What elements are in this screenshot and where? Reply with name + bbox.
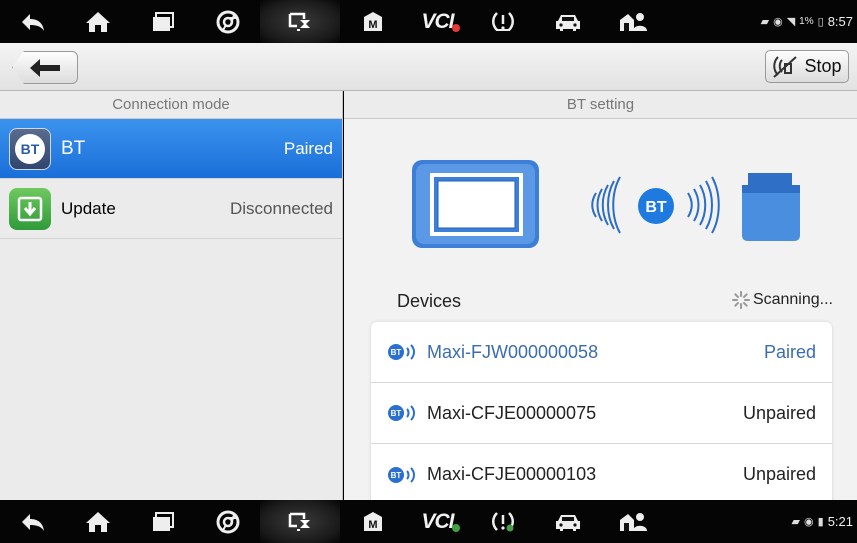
devices-label: Devices (397, 291, 462, 311)
remote-desk-icon[interactable] (260, 0, 340, 43)
bt-device-icon: BT (388, 405, 415, 421)
chrome-icon[interactable] (195, 0, 260, 43)
mode-item-bt[interactable]: BT BT Paired (0, 119, 342, 179)
remote-desk-icon[interactable] (260, 500, 340, 543)
scanning-label: Scanning... (752, 291, 833, 308)
mode-label: BT (61, 137, 86, 159)
mode-label: Update (61, 198, 116, 218)
bt-status-icon: ◉ (773, 16, 783, 28)
battery-percent: 1% (799, 16, 814, 27)
bt-status-icon: ◉ (804, 516, 814, 528)
device-status: Unpaired (742, 464, 816, 484)
stop-scan-icon (773, 55, 798, 78)
car-icon[interactable] (535, 0, 600, 43)
recent-apps-icon[interactable] (130, 0, 195, 43)
home-icon[interactable] (65, 500, 130, 543)
arrow-left-icon (30, 58, 60, 77)
clock-top: 8:57 (827, 14, 853, 29)
vci-status-dot (451, 523, 460, 532)
system-nav-bar-top: M VCI ▰ ◉ ◥ 1% ▯ 8:57 (0, 0, 857, 43)
tpms-icon[interactable] (470, 500, 535, 543)
mode-status: Disconnected (229, 198, 333, 218)
car-icon[interactable] (535, 500, 600, 543)
vci-label: VCI (421, 509, 454, 533)
signal-waves-right (687, 176, 720, 234)
device-list: BT Maxi-FJW000000058 Paired BT Maxi-CFJE… (371, 322, 832, 500)
recent-apps-icon[interactable] (130, 500, 195, 543)
connection-mode-header: Connection mode (0, 91, 342, 119)
chrome-icon[interactable] (195, 500, 260, 543)
system-nav-bar-bottom: M VCI ▰ ◉ ▮ 5:21 (0, 500, 857, 543)
chat-icon: ▰ (760, 16, 770, 28)
stop-label: Stop (804, 56, 842, 76)
wifi-icon: ◥ (786, 16, 796, 28)
bt-mode-icon-text: BT (15, 133, 45, 164)
vci-icon[interactable]: VCI (405, 500, 470, 543)
back-button[interactable] (12, 51, 78, 84)
bt-mode-icon: BT (9, 127, 51, 170)
svg-text:M: M (368, 19, 377, 31)
support-icon[interactable] (600, 0, 665, 43)
svg-text:M: M (368, 519, 377, 531)
tablet-illustration (412, 160, 539, 248)
connection-mode-panel: Connection mode BT BT Paired Update Disc… (0, 91, 343, 500)
mode-item-update[interactable]: Update Disconnected (0, 179, 342, 239)
bt-device-icon: BT (388, 466, 415, 483)
clock-bottom: 5:21 (827, 514, 853, 529)
device-status: Paired (763, 341, 816, 362)
bt-device-icon-text: BT (391, 471, 402, 480)
tpms-icon[interactable] (470, 0, 535, 43)
device-status: Unpaired (742, 402, 816, 423)
chat-icon: ▰ (791, 516, 801, 528)
vci-label: VCI (421, 9, 454, 33)
scanning-indicator: Scanning... (731, 291, 833, 309)
bt-device-icon-text: BT (391, 409, 402, 418)
update-mode-icon (9, 187, 51, 230)
maxifix-icon[interactable]: M (340, 0, 405, 43)
device-name: Maxi-CFJE00000103 (427, 464, 597, 484)
mode-status: Paired (283, 138, 333, 158)
support-icon[interactable] (600, 500, 665, 543)
device-row[interactable]: BT Maxi-CFJE00000075 Unpaired (371, 383, 832, 444)
bt-connection-illustration: BT (344, 151, 857, 251)
device-row[interactable]: BT Maxi-FJW000000058 Paired (371, 322, 832, 383)
home-icon[interactable] (65, 0, 130, 43)
toolbar: Stop (0, 43, 857, 91)
back-icon[interactable] (0, 500, 65, 543)
bt-setting-header: BT setting (344, 91, 857, 119)
vci-dongle-illustration (742, 173, 800, 241)
bt-badge: BT (638, 188, 674, 224)
back-icon[interactable] (0, 0, 65, 43)
bt-device-icon: BT (388, 344, 415, 360)
battery-icon: ▮ (817, 516, 824, 528)
device-name: Maxi-CFJE00000075 (427, 402, 597, 423)
stop-button[interactable]: Stop (765, 50, 849, 83)
signal-waves-left (591, 176, 621, 234)
bt-device-icon-text: BT (391, 348, 402, 357)
status-area-bottom: ▰ ◉ ▮ 5:21 (792, 500, 853, 543)
vci-icon[interactable]: VCI (405, 0, 470, 43)
device-name: Maxi-FJW000000058 (427, 341, 599, 362)
status-area-top: ▰ ◉ ◥ 1% ▯ 8:57 (761, 0, 853, 43)
maxifix-icon[interactable]: M (340, 500, 405, 543)
bt-setting-panel: BT setting BT Devices Scanning... BT Max… (344, 91, 857, 500)
battery-icon: ▯ (817, 16, 824, 28)
device-row[interactable]: BT Maxi-CFJE00000103 Unpaired (371, 444, 832, 500)
bt-badge-text: BT (645, 199, 667, 216)
vci-status-dot (451, 23, 460, 32)
spinner-icon (731, 291, 750, 309)
